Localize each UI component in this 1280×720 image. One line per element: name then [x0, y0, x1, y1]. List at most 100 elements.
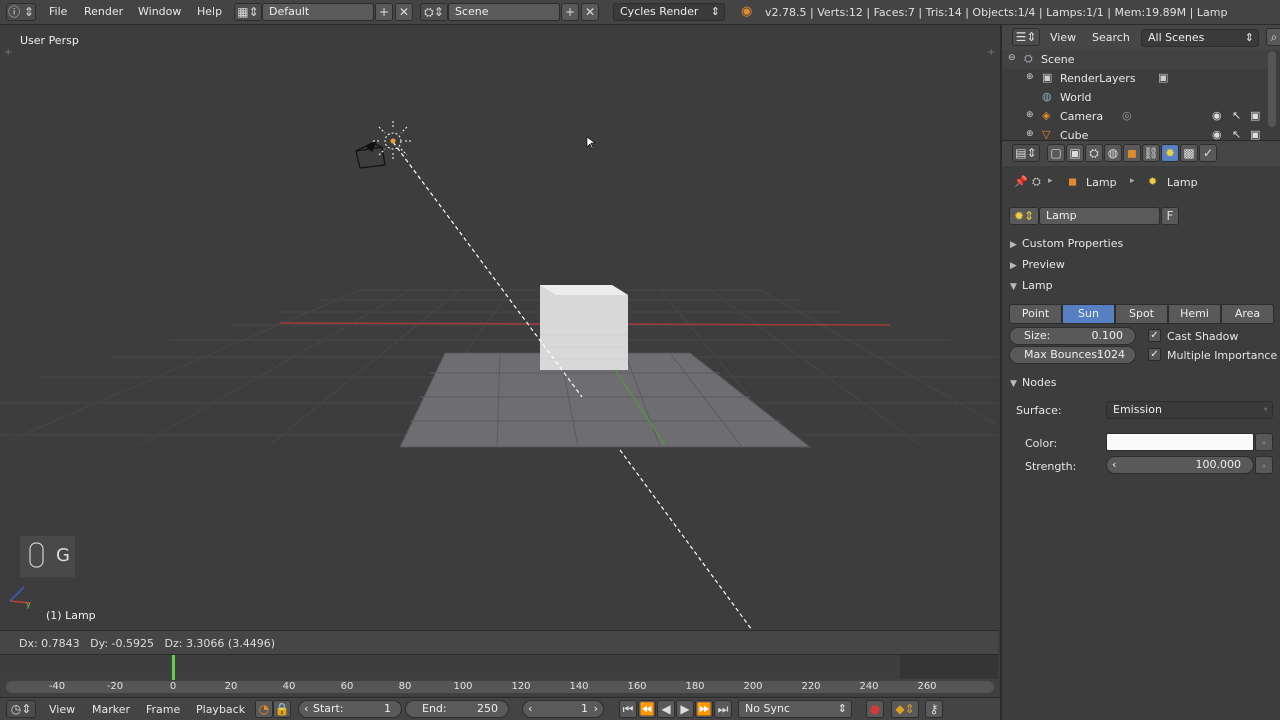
color-link-button[interactable]: ◦ [1255, 433, 1273, 451]
cursor-select-icon[interactable]: ↖ [1232, 128, 1241, 140]
current-frame-field[interactable]: ‹ 1 › [522, 700, 604, 718]
panel-preview[interactable]: ▶ Preview [1010, 258, 1274, 278]
lamp-type-point[interactable]: Point [1009, 304, 1062, 324]
expand-icon[interactable]: ⊕ [1026, 129, 1034, 139]
multiple-importance-checkbox[interactable]: ✓ [1148, 348, 1161, 361]
menu-window[interactable]: Window [138, 5, 181, 18]
lamp-type-spot[interactable]: Spot [1115, 304, 1168, 324]
out-of-range-shade [900, 655, 998, 679]
search-button[interactable]: ⌕ [1266, 28, 1280, 46]
tab-world[interactable]: ◍ [1104, 144, 1122, 162]
layout-add-button[interactable]: + [375, 3, 393, 21]
expand-icon[interactable]: ⊕ [1026, 72, 1034, 82]
playhead[interactable] [172, 655, 175, 680]
panel-nodes[interactable]: ▼ Nodes [1010, 376, 1274, 396]
outliner-scrollbar[interactable] [1268, 51, 1276, 127]
sync-mode-select[interactable]: No Sync ⇕ [738, 700, 852, 718]
auto-keying-button[interactable]: ● [866, 700, 884, 718]
properties-editor[interactable]: ▤⇕ ▢ ▣ ⛭ ◍ ◼ ⛓ ✹ ▩ ✓ 📌 ⛭ ▸ ◼ Lamp ▸ ✹ La… [1000, 140, 1280, 720]
end-frame-field[interactable]: End: 250 [405, 700, 509, 718]
timeline-tick-label: 80 [398, 681, 412, 692]
menu-marker[interactable]: Marker [92, 703, 130, 716]
preview-range-button[interactable]: ◔ [255, 700, 273, 718]
menu-frame[interactable]: Frame [146, 703, 180, 716]
fake-user-button[interactable]: F [1161, 207, 1179, 225]
scene-browse-button[interactable]: ⛭⇕ [420, 3, 448, 21]
lamp-browse-button[interactable]: ✹⇕ [1009, 207, 1039, 225]
jump-keyframe-back-button[interactable]: ⏪ [638, 700, 656, 718]
tab-lamp-data[interactable]: ✹ [1161, 144, 1179, 162]
tab-texture[interactable]: ▩ [1180, 144, 1198, 162]
eye-icon[interactable]: ◉ [1212, 128, 1222, 140]
size-field[interactable]: Size: 0.100 [1009, 327, 1136, 345]
outliner-row-world[interactable]: ◍ World [1002, 88, 1268, 107]
outliner-editor[interactable]: ☰⇕ View Search All Scenes ⇕ ⌕ ⊖ ⛭ Scene … [1000, 25, 1280, 140]
menu-file[interactable]: File [49, 5, 67, 18]
jump-end-button[interactable]: ⏭ [714, 700, 732, 718]
play-reverse-button[interactable]: ◀ [657, 700, 675, 718]
start-frame-field[interactable]: ‹ Start: 1 [298, 700, 402, 718]
lamp-type-sun[interactable]: Sun [1062, 304, 1115, 324]
tab-render[interactable]: ▢ [1047, 144, 1065, 162]
outliner-row-cube[interactable]: ⊕ ▽ Cube ◉ ↖ ▣ [1002, 126, 1268, 140]
editor-type-button[interactable]: ⓘ ⇕ [6, 3, 36, 21]
collapse-icon[interactable]: ⊖ [1008, 53, 1016, 63]
scene-remove-button[interactable]: ✕ [581, 3, 599, 21]
layout-remove-button[interactable]: ✕ [395, 3, 413, 21]
sun-lamp-object[interactable] [373, 121, 413, 161]
render-engine-select[interactable]: Cycles Render ⇕ [613, 3, 725, 21]
panel-custom-properties[interactable]: ▶ Custom Properties [1010, 237, 1274, 257]
timeline-frame-area[interactable] [0, 655, 998, 679]
jump-start-button[interactable]: ⏮ [619, 700, 637, 718]
editor-type-button[interactable]: ◷⇕ [6, 700, 36, 718]
scene-add-button[interactable]: + [561, 3, 579, 21]
editor-type-button[interactable]: ▤⇕ [1012, 144, 1040, 162]
layout-name-field[interactable]: Default [262, 3, 374, 21]
lamp-name-field[interactable]: Lamp [1039, 207, 1160, 225]
max-bounces-field[interactable]: Max Bounces: 1024 [1009, 346, 1136, 364]
tab-constraints[interactable]: ⛓ [1142, 144, 1160, 162]
lamp-type-hemi[interactable]: Hemi [1168, 304, 1221, 324]
keying-set-button[interactable]: ◆⇕ [891, 700, 919, 718]
render-camera-icon[interactable]: ▣ [1250, 128, 1260, 140]
layout-browse-button[interactable]: ▦⇕ [234, 3, 262, 21]
tab-scene[interactable]: ⛭ [1085, 144, 1103, 162]
menu-render[interactable]: Render [84, 5, 123, 18]
render-camera-icon[interactable]: ▣ [1250, 109, 1260, 122]
cast-shadow-checkbox[interactable]: ✓ [1148, 329, 1161, 342]
insert-keyframe-button[interactable]: ⚷ [925, 700, 943, 718]
expand-icon[interactable]: ⊕ [1026, 110, 1034, 120]
panel-lamp[interactable]: ▼ Lamp [1010, 279, 1274, 299]
timeline-editor[interactable]: -40 -20 0 20 40 60 80 100 120 140 160 180 200 220 240 2… [0, 654, 998, 696]
tab-object[interactable]: ◼ [1123, 144, 1141, 162]
menu-help[interactable]: Help [197, 5, 222, 18]
outliner-row-camera[interactable]: ⊕ ◈ Camera ◎ ◉ ↖ ▣ [1002, 107, 1268, 126]
area-split-handle-icon[interactable]: + [987, 47, 995, 58]
menu-view[interactable]: View [1050, 31, 1076, 44]
pin-icon[interactable]: 📌 [1014, 175, 1028, 188]
tab-render-layers[interactable]: ▣ [1066, 144, 1084, 162]
menu-view[interactable]: View [49, 703, 75, 716]
menu-search[interactable]: Search [1092, 31, 1130, 44]
lamp-type-area[interactable]: Area [1221, 304, 1274, 324]
camera-object[interactable] [355, 140, 386, 169]
surface-shader-select[interactable]: Emission ◦ [1106, 401, 1273, 419]
3d-viewport[interactable]: + + y User Persp G (1) Lamp [0, 25, 998, 630]
display-mode-select[interactable]: All Scenes ⇕ [1141, 29, 1259, 47]
eye-icon[interactable]: ◉ [1212, 109, 1222, 122]
menu-playback[interactable]: Playback [196, 703, 245, 716]
color-swatch[interactable] [1106, 433, 1254, 451]
strength-link-button[interactable]: ◦ [1255, 456, 1273, 474]
editor-type-button[interactable]: ☰⇕ [1012, 28, 1040, 46]
play-button[interactable]: ▶ [676, 700, 694, 718]
cursor-select-icon[interactable]: ↖ [1232, 109, 1241, 122]
area-split-handle-icon[interactable]: + [4, 47, 12, 58]
strength-field[interactable]: ‹ 100.000 [1106, 456, 1254, 474]
jump-keyframe-forward-button[interactable]: ⏩ [695, 700, 713, 718]
lock-range-button[interactable]: 🔒 [273, 700, 291, 718]
outliner-row-renderlayers[interactable]: ⊕ ▣ RenderLayers ▣ [1002, 69, 1268, 88]
scene-name-field[interactable]: Scene [448, 3, 560, 21]
tab-physics[interactable]: ✓ [1199, 144, 1217, 162]
outliner-row-scene[interactable]: ⊖ ⛭ Scene [1002, 50, 1268, 69]
timeline-scrollbar[interactable] [6, 681, 994, 693]
